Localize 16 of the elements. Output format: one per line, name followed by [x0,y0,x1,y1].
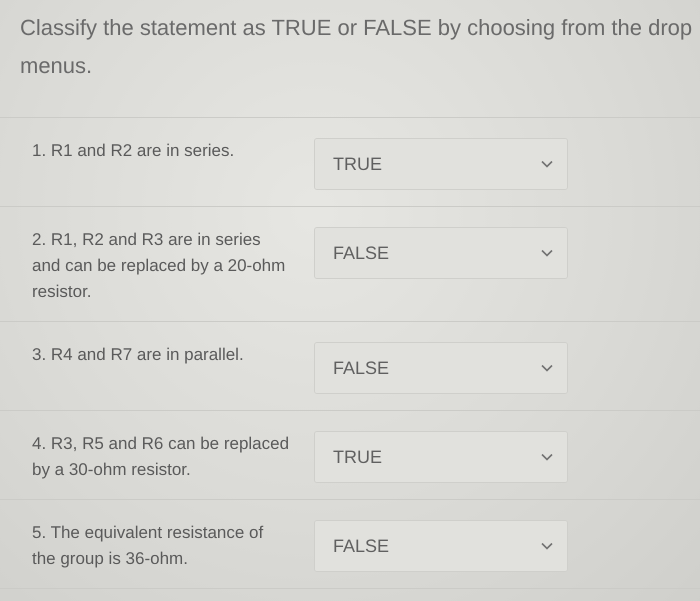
answer-dropdown[interactable]: FALSE [314,342,568,394]
chevron-down-icon [541,542,553,550]
answer-dropdown[interactable]: TRUE [314,431,568,483]
answer-dropdown[interactable]: TRUE [314,138,568,190]
statement-text: 3. R4 and R7 are in parallel. [32,344,245,366]
answer-dropdown[interactable]: FALSE [314,520,568,572]
statement-text: 2. R1, R2 and R3 are in series and can be replaced by a 20-ohm resistor. [32,229,286,303]
statement-text: 4. R3, R5 and R6 can be replaced by a 30-ohm resistor. [32,433,290,481]
statement-text: 5. The equivalent resistance of the group is 36-ohm. [32,522,264,570]
chevron-down-icon [541,160,553,168]
chevron-down-icon [541,453,553,461]
chevron-down-icon [541,249,553,257]
statement-text: 1. R1 and R2 are in series. [32,140,236,162]
answer-dropdown[interactable]: FALSE [314,227,568,279]
instructions-text: Classify the statement as TRUE or FALSE by choosing from the drop menus. [20,14,694,80]
chevron-down-icon [541,364,553,372]
